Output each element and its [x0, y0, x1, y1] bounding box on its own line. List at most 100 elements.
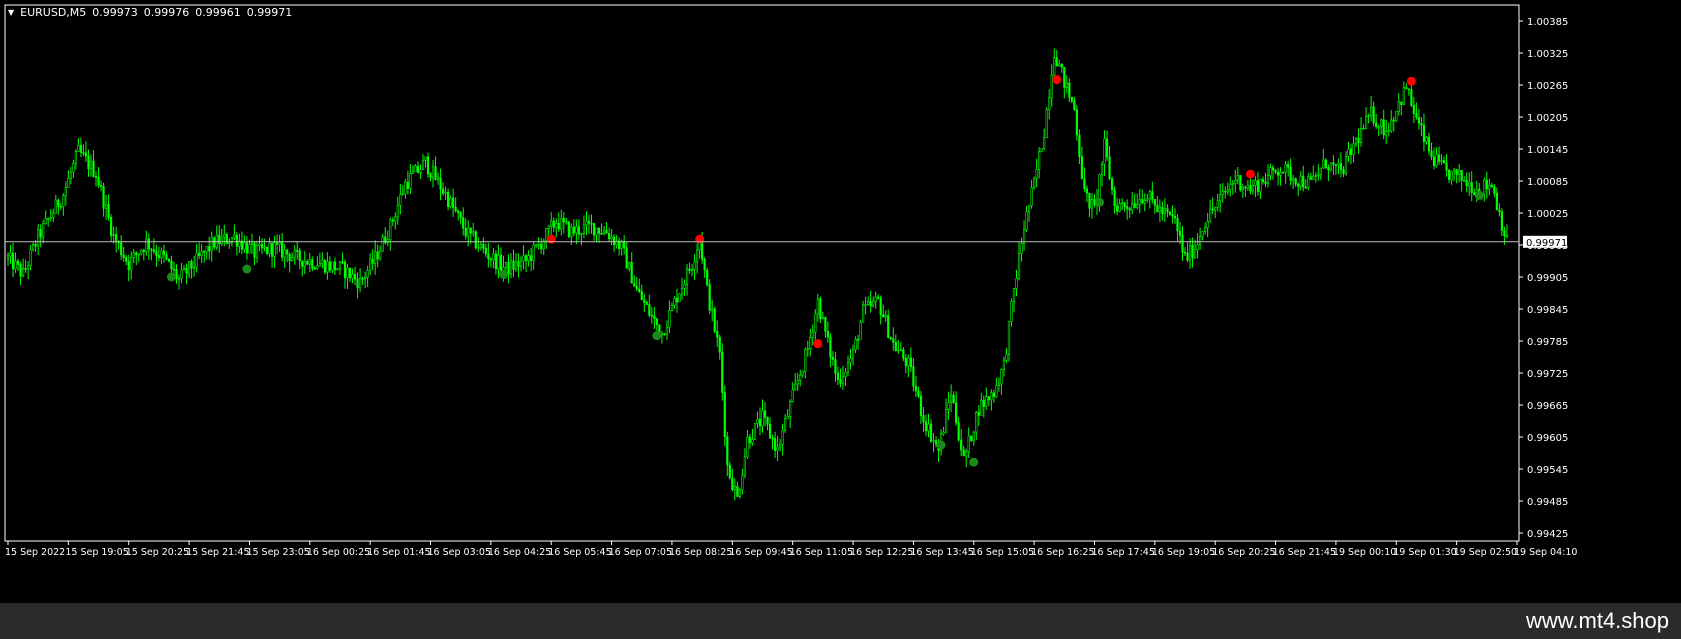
- candle-body: [1430, 150, 1433, 158]
- x-tick-label: 16 Sep 11:05: [790, 547, 853, 558]
- candle-body: [537, 243, 540, 246]
- candle-body: [567, 221, 570, 237]
- candle-body: [177, 277, 181, 280]
- candle-body: [743, 456, 746, 476]
- candle-body: [565, 221, 568, 224]
- candle-body: [1249, 185, 1252, 192]
- candle-body: [839, 379, 842, 384]
- candle-body: [711, 308, 714, 311]
- candle-body: [723, 392, 726, 437]
- price-chart[interactable]: 1.00385 1.00325 1.00265 1.00205 1.00145 1.000…: [0, 0, 1681, 603]
- x-tick-label: 16 Sep 13:45: [910, 547, 973, 558]
- candle-body: [1450, 170, 1453, 180]
- candle-body: [648, 304, 651, 316]
- y-tick-label: 0.99545: [1527, 465, 1568, 476]
- candle-body: [1244, 186, 1247, 189]
- candle-body: [336, 268, 339, 271]
- candle-body: [1490, 184, 1493, 188]
- candle-body: [1375, 122, 1378, 127]
- candle-body: [819, 298, 822, 320]
- candle-body: [52, 212, 55, 218]
- y-tick-label: 1.00025: [1527, 209, 1568, 220]
- candle-body: [643, 299, 646, 303]
- candle-body: [590, 223, 593, 225]
- candle-body: [620, 241, 623, 249]
- chart-window[interactable]: 1.00385 1.00325 1.00265 1.00205 1.00145 1.000…: [0, 0, 1681, 603]
- candle-body: [519, 260, 523, 267]
- candle-body: [263, 246, 266, 249]
- y-tick-label: 1.00325: [1527, 49, 1568, 60]
- candle-body: [364, 276, 367, 279]
- candle-body: [560, 218, 563, 230]
- candle-body: [1468, 182, 1471, 187]
- candle-body: [167, 258, 171, 262]
- price-axis[interactable]: 1.00385 1.00325 1.00265 1.00205 1.00145 1.000…: [1519, 17, 1568, 540]
- candle-body: [1327, 167, 1330, 171]
- candle-body: [829, 336, 832, 358]
- candle-body: [678, 293, 681, 303]
- candle-body: [1128, 208, 1131, 211]
- candle-body: [887, 315, 890, 338]
- candle-body: [535, 244, 538, 246]
- candle-body: [786, 416, 789, 420]
- candle-body: [1005, 353, 1008, 361]
- candle-body: [841, 376, 845, 384]
- candle-body: [1307, 176, 1310, 188]
- candle-body: [1116, 205, 1119, 212]
- candle-body: [1302, 175, 1305, 188]
- candle-body: [1040, 148, 1043, 152]
- candle-body: [487, 253, 490, 260]
- candle-body: [1422, 124, 1426, 142]
- candle-body: [706, 269, 709, 285]
- candle-body: [411, 171, 415, 174]
- dropdown-triangle-icon[interactable]: ▼: [8, 8, 14, 17]
- candle-body: [929, 423, 933, 442]
- candle-body: [132, 252, 135, 258]
- symbol-header[interactable]: ▼ EURUSD,M5 0.99973 0.99976 0.99961 0.99…: [8, 6, 292, 19]
- candle-body: [580, 233, 583, 235]
- candle-body: [806, 348, 809, 350]
- candle-body: [1007, 321, 1011, 355]
- candle-body: [773, 438, 777, 451]
- candle-body: [253, 242, 256, 258]
- candle-body: [1465, 179, 1468, 187]
- candle-body: [623, 241, 626, 249]
- candle-body: [1332, 162, 1335, 165]
- candle-body: [753, 423, 757, 440]
- time-axis[interactable]: 15 Sep 2022 15 Sep 19:0515 Sep 20:2515 Se…: [5, 541, 1577, 558]
- candle-body: [213, 237, 216, 248]
- candle-body: [917, 390, 920, 397]
- candle-body: [1211, 208, 1214, 211]
- candle-body: [826, 331, 829, 338]
- candle-body: [859, 321, 862, 340]
- candle-body: [570, 226, 573, 237]
- candle-body: [328, 261, 332, 271]
- candle-body: [1103, 138, 1106, 165]
- candle-body: [1407, 88, 1410, 91]
- y-tick-label: 1.00145: [1527, 145, 1568, 156]
- candle-body: [1226, 189, 1229, 193]
- candle-body: [250, 242, 254, 245]
- candle-body: [452, 197, 455, 208]
- candle-body: [650, 314, 653, 317]
- candle-body: [779, 443, 782, 448]
- y-tick-label: 1.00085: [1527, 177, 1568, 188]
- candle-body: [235, 234, 238, 247]
- candle-body: [1173, 215, 1177, 219]
- candle-body: [613, 236, 616, 246]
- candle-body: [409, 173, 412, 189]
- signals-group: [166, 75, 1484, 467]
- candle-body: [1156, 204, 1159, 213]
- candle-body: [1193, 249, 1197, 259]
- candle-body: [889, 337, 892, 339]
- candle-body: [1020, 243, 1023, 254]
- candle-body: [125, 257, 128, 262]
- candle-body: [120, 242, 123, 256]
- candle-body: [84, 152, 88, 157]
- candle-body: [1417, 116, 1421, 124]
- candle-body: [21, 268, 25, 277]
- candle-body: [399, 194, 402, 206]
- candle-body: [932, 440, 935, 442]
- candle-body: [741, 474, 744, 491]
- candle-body: [509, 260, 513, 275]
